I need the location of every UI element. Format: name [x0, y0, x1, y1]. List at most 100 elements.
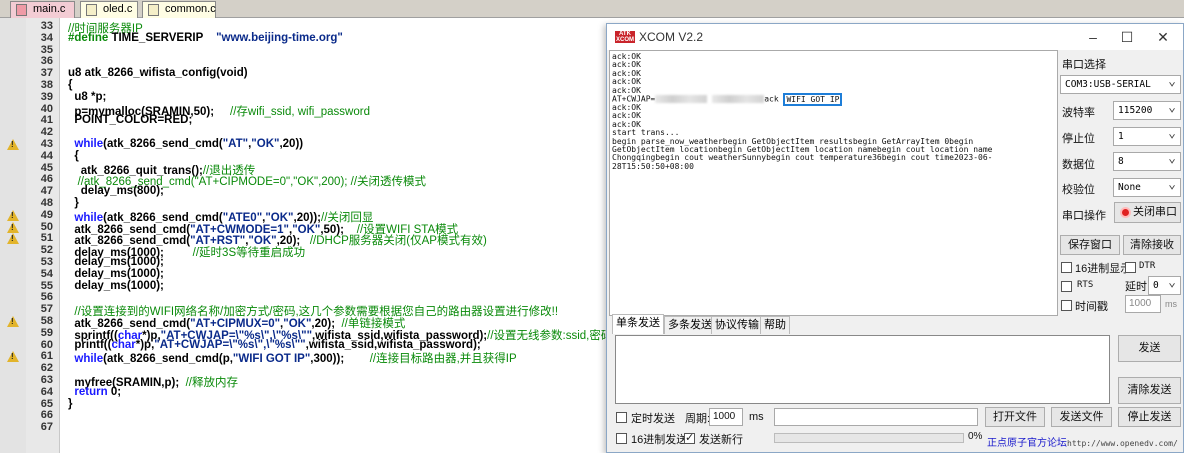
code-line[interactable]: delay_ms(1000);: [68, 256, 164, 268]
forum-url: http://www.openedv.com/: [1067, 439, 1178, 448]
line-number: 59: [40, 326, 53, 339]
code-line[interactable]: delay_ms(1000);: [68, 280, 164, 292]
timestamp-checkbox[interactable]: [1061, 300, 1072, 311]
send-file-button[interactable]: 发送文件: [1051, 407, 1112, 427]
code-line[interactable]: printf((char*)p,"AT+CWJAP=\"%s\",\"%s\""…: [68, 339, 480, 351]
code-line[interactable]: }: [68, 398, 72, 410]
serial-select-label: 串口选择: [1062, 59, 1106, 71]
rts-label: RTS: [1077, 280, 1094, 290]
timed-send-checkbox[interactable]: [616, 412, 627, 423]
send-tabs: 单条发送 多条发送 协议传输 帮助: [609, 314, 1058, 334]
line-number: 35: [40, 43, 53, 56]
code-line[interactable]: while(atk_8266_send_cmd("AT","OK",20)): [68, 138, 303, 150]
warning-icon[interactable]: [7, 221, 19, 233]
line-number: 47: [40, 185, 53, 198]
tab-protocol[interactable]: 协议传输: [711, 316, 763, 334]
receive-text-after: ack:OK ack:OK ack:OK start trans... begi…: [612, 102, 993, 171]
file-icon: [16, 4, 27, 16]
close-icon[interactable]: ✕: [1153, 28, 1173, 46]
baud-label: 波特率: [1062, 107, 1095, 119]
line-number: 45: [40, 161, 53, 174]
maximize-icon[interactable]: ☐: [1117, 28, 1137, 46]
timestamp-input[interactable]: 1000: [1125, 295, 1161, 313]
port-status-led-icon: [1120, 207, 1131, 218]
send-button[interactable]: 发送: [1118, 335, 1181, 362]
port-select[interactable]: COM3:USB-SERIAL: [1060, 73, 1181, 94]
tab-main-c[interactable]: main.c: [10, 1, 75, 18]
minimize-icon[interactable]: –: [1083, 28, 1103, 46]
tab-single-send[interactable]: 单条发送: [612, 314, 664, 334]
code-line[interactable]: delay_ms(800);: [68, 185, 164, 197]
receive-area[interactable]: ack:OK ack:OK ack:OK ack:OK ack:OK AT+CW…: [609, 50, 1058, 316]
line-number: 61: [40, 350, 53, 363]
send-newline-checkbox[interactable]: [684, 431, 695, 444]
close-port-button[interactable]: 关闭串口: [1114, 202, 1181, 223]
tab-common-c[interactable]: common.c: [142, 1, 216, 18]
line-number: 53: [40, 256, 53, 268]
code-line[interactable]: return 0;: [68, 386, 121, 398]
ack-text: ack: [764, 94, 779, 104]
period-unit: ms: [749, 411, 764, 423]
line-number: 67: [40, 421, 53, 434]
code-line[interactable]: u8 *p;: [68, 91, 106, 103]
delay-select[interactable]: 0: [1148, 274, 1181, 295]
line-number: 38: [40, 79, 53, 91]
code-line[interactable]: u8 atk_8266_wifista_config(void): [68, 67, 248, 79]
code-line[interactable]: delay_ms(1000);: [68, 268, 164, 280]
forum-link[interactable]: 正点原子官方论坛http://www.openedv.com/: [987, 434, 1178, 449]
code-line[interactable]: }: [68, 197, 79, 209]
file-path-input[interactable]: [774, 408, 978, 426]
stop-send-button[interactable]: 停止发送: [1118, 407, 1181, 427]
line-number: 33: [40, 20, 53, 32]
clear-send-button[interactable]: 清除发送: [1118, 377, 1181, 404]
tab-label: oled.c: [103, 3, 133, 15]
line-number: 65: [40, 397, 53, 410]
baud-select[interactable]: 115200: [1113, 99, 1181, 120]
code-line[interactable]: #define TIME_SERVERIP "www.beijing-time.…: [68, 32, 343, 44]
rts-checkbox[interactable]: [1061, 281, 1072, 292]
stopbit-select[interactable]: 1: [1113, 125, 1181, 146]
close-port-label: 关闭串口: [1133, 206, 1177, 218]
save-window-button[interactable]: 保存窗口: [1060, 235, 1120, 255]
line-number: 51: [40, 232, 53, 245]
hex-display-label: 16进制显示: [1075, 263, 1132, 275]
line-number: 37: [40, 67, 53, 80]
forum-link-text: 正点原子官方论坛: [987, 438, 1067, 449]
port-op-label: 串口操作: [1062, 210, 1106, 222]
warning-icon[interactable]: [7, 233, 19, 245]
hex-display-checkbox[interactable]: [1061, 262, 1072, 273]
line-number: 56: [40, 291, 53, 304]
warning-icon[interactable]: [7, 139, 19, 150]
period-input[interactable]: 1000: [709, 408, 743, 426]
line-number: 40: [40, 102, 53, 115]
tab-oled-c[interactable]: oled.c: [80, 1, 138, 18]
line-number: 41: [40, 114, 53, 127]
code-line[interactable]: POINT_COLOR=RED;: [68, 114, 192, 126]
open-file-button[interactable]: 打开文件: [985, 407, 1045, 427]
parity-select[interactable]: None: [1113, 176, 1181, 197]
code-line[interactable]: {: [68, 79, 72, 91]
code-line[interactable]: {: [68, 150, 79, 162]
warning-icon[interactable]: [7, 316, 19, 327]
warning-icon[interactable]: [7, 351, 19, 363]
hex-send-checkbox[interactable]: [616, 433, 627, 444]
tab-multi-send[interactable]: 多条发送: [664, 316, 716, 334]
code-line[interactable]: while(atk_8266_send_cmd(p,"WIFI GOT IP",…: [68, 350, 516, 366]
databit-select[interactable]: 8: [1113, 150, 1181, 171]
line-number: 63: [40, 374, 53, 386]
line-number: 54: [40, 267, 53, 280]
line-number: 34: [40, 31, 53, 44]
dtr-checkbox[interactable]: [1125, 262, 1136, 273]
send-progress-bar: [774, 433, 964, 443]
send-input[interactable]: [615, 335, 1110, 404]
redacted-password: [712, 95, 765, 104]
line-number: 64: [40, 385, 53, 398]
redacted-ssid: [655, 95, 708, 104]
receive-text: ack:OK ack:OK ack:OK ack:OK ack:OK: [612, 52, 641, 95]
file-icon: [86, 4, 97, 16]
tab-help[interactable]: 帮助: [760, 316, 790, 334]
line-number: 66: [40, 409, 53, 422]
warning-icon[interactable]: [7, 209, 19, 221]
clear-receive-button[interactable]: 清除接收: [1123, 235, 1181, 255]
line-number: 39: [40, 90, 53, 103]
